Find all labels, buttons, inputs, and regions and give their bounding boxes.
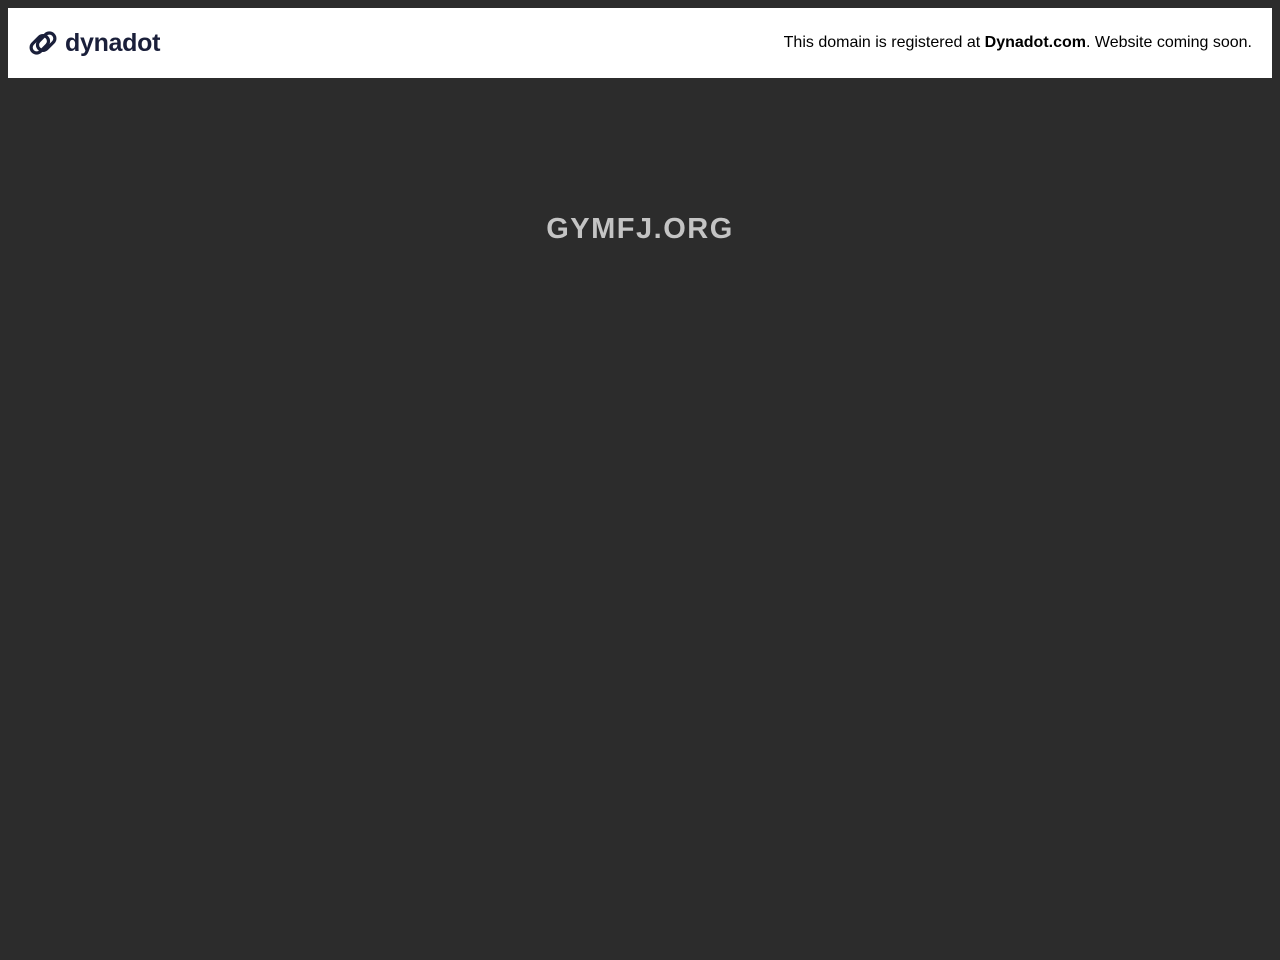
brand-name: dynadot [65,28,161,57]
domain-name-title: GYMFJ.ORG [546,213,734,245]
chain-link-icon [29,31,57,55]
registration-notice: This domain is registered at Dynadot.com… [784,34,1252,52]
dynadot-com-link[interactable]: Dynadot.com [985,34,1086,51]
parked-domain-page: dynadot This domain is registered at Dyn… [0,0,1280,960]
notice-suffix: . Website coming soon. [1085,34,1252,51]
notice-prefix: This domain is registered at [783,34,985,51]
dynadot-logo-link[interactable]: dynadot [27,27,160,59]
top-banner: dynadot This domain is registered at Dyn… [8,8,1272,78]
